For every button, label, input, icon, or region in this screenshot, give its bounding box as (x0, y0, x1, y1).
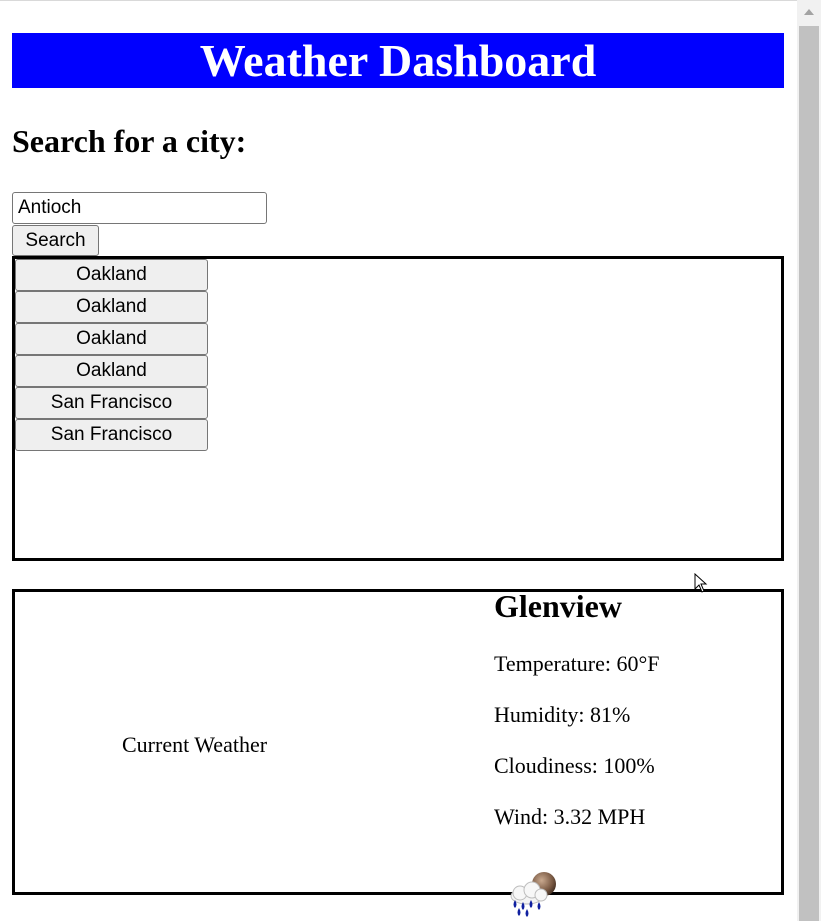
history-city-button[interactable]: Oakland (15, 291, 208, 323)
history-city-button[interactable]: Oakland (15, 355, 208, 387)
history-city-button[interactable]: Oakland (15, 259, 208, 291)
city-name: Glenview (494, 588, 622, 624)
humidity-text: Humidity: 81% (494, 702, 631, 727)
temperature-text: Temperature: 60°F (494, 651, 660, 676)
vertical-scrollbar[interactable] (797, 0, 821, 921)
history-city-button[interactable]: San Francisco (15, 387, 208, 419)
search-button[interactable]: Search (12, 225, 99, 256)
search-input[interactable] (12, 192, 267, 224)
search-history-panel: Oakland Oakland Oakland Oakland San Fran… (12, 256, 784, 561)
search-heading: Search for a city: (12, 123, 247, 159)
scroll-up-arrow-icon[interactable] (797, 0, 821, 24)
cloudiness-text: Cloudiness: 100% (494, 753, 655, 778)
mouse-cursor-icon (694, 573, 708, 593)
history-city-button[interactable]: Oakland (15, 323, 208, 355)
wind-text: Wind: 3.32 MPH (494, 804, 646, 829)
current-weather-label: Current Weather (122, 732, 268, 757)
top-border (0, 0, 797, 1)
current-weather-panel: Current Weather Glenview Temperature: 60… (12, 588, 784, 917)
rain-cloud-icon (510, 872, 556, 917)
page-title: Weather Dashboard (12, 33, 784, 88)
scrollbar-thumb[interactable] (799, 26, 819, 921)
history-city-button[interactable]: San Francisco (15, 419, 208, 451)
